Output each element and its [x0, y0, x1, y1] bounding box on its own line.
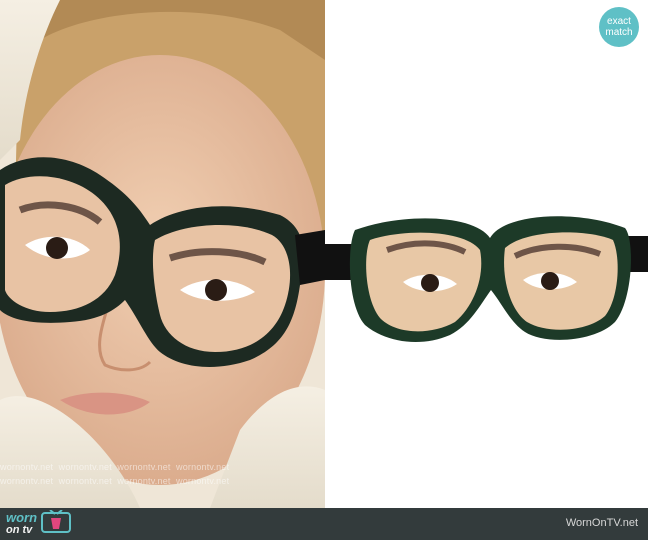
exact-match-badge: exact match	[599, 7, 639, 47]
logo-top-text: worn	[6, 510, 38, 525]
logo-bottom-text: on tv	[6, 524, 33, 536]
watermark-row: wornontv.net wornontv.net wornontv.net w…	[0, 476, 230, 486]
eye-mask-product-illustration	[325, 0, 648, 508]
site-name-text: WornOnTV.net	[565, 517, 638, 529]
watermark-row: wornontv.net wornontv.net wornontv.net w…	[0, 462, 230, 472]
left-product-photo: wornontv.net wornontv.net wornontv.net w…	[0, 0, 325, 508]
right-product-photo	[325, 0, 648, 508]
woman-wearing-mask-illustration	[0, 0, 325, 508]
badge-line-2: match	[605, 27, 633, 38]
site-logo[interactable]: worn on tv	[6, 508, 72, 539]
footer-bar: worn on tv WornOnTV.net	[0, 508, 648, 540]
badge-line-1: exact	[607, 16, 631, 27]
tv-icon	[41, 508, 72, 539]
